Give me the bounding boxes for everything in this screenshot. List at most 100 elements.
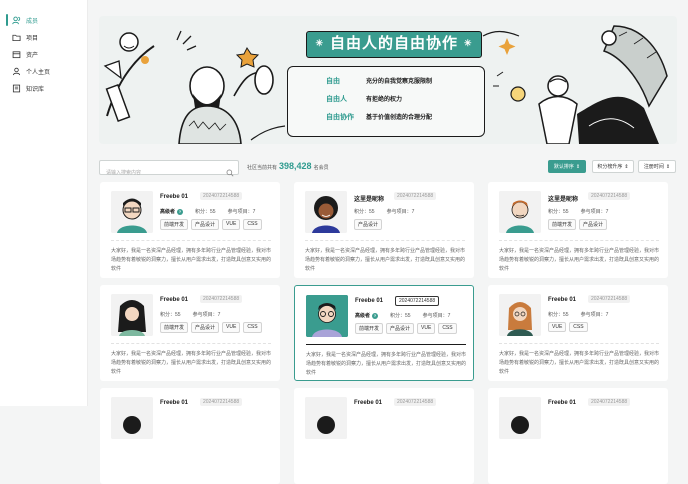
count-suffix: 名会员 <box>313 165 329 171</box>
sidebar-item-label: 知识库 <box>26 86 45 93</box>
projects-stat: 参与项目：7 <box>581 208 609 215</box>
projects-stat: 参与项目：7 <box>193 311 221 318</box>
sidebar-item-profile[interactable]: 个人主页 <box>12 64 50 78</box>
search-input[interactable] <box>100 166 220 180</box>
definition-term: 自由 <box>326 78 340 85</box>
sort-points-button[interactable]: 积分榜升序 ⇕ <box>592 160 634 173</box>
member-name[interactable]: Freebe 01 <box>548 400 576 406</box>
member-name[interactable]: Freebe 01 <box>548 297 576 303</box>
member-bio: 大家好，我是一名资深产品经理，拥有多年跨行业产品管理经验，我对市场趋势有着敏锐的… <box>305 240 465 274</box>
member-name[interactable]: 这里是昵称 <box>354 194 384 203</box>
member-name[interactable]: Freebe 01 <box>355 298 383 304</box>
role-label: 高级者 <box>160 209 176 215</box>
points-label: 积分： <box>548 312 564 318</box>
sidebar-item-assets[interactable]: 资产 <box>12 47 38 61</box>
points-stat: 积分：55 <box>160 311 181 318</box>
sidebar-item-label: 个人主页 <box>26 69 51 76</box>
definition-term: 自由协作 <box>326 114 354 121</box>
definition-row: 自由人 有拒绝的权力 <box>326 94 402 104</box>
help-icon[interactable]: ? <box>177 208 184 215</box>
member-card[interactable]: Freebe 01 2024072214588 <box>294 388 474 484</box>
member-bio: 大家好，我是一名资深产品经理，拥有多年跨行业产品管理经验，我对市场趋势有着敏锐的… <box>499 240 659 274</box>
card-stats: 积分：55 参与项目：7 <box>160 311 220 318</box>
member-bio: 大家好，我是一名资深产品经理，拥有多年跨行业产品管理经验，我对市场趋势有着敏锐的… <box>306 344 466 378</box>
skill-tag: CSS <box>243 219 262 230</box>
member-card[interactable]: Freebe 01 2024072214588 高级者? 积分：55 参与项目：7 … <box>100 182 280 278</box>
member-card[interactable]: Freebe 01 2024072214588 <box>100 388 280 484</box>
skill-tag: 产品设计 <box>386 323 415 334</box>
skill-tag: VUE <box>222 322 241 333</box>
definition-box: 自由 充分的自我觉察克服限制 自由人 有拒绝的权力 自由协作 基于价值创造的合理… <box>287 66 485 137</box>
projects-label: 参与项目： <box>580 312 606 318</box>
skill-tag: VUE <box>548 322 567 332</box>
sidebar-item-label: 项目 <box>26 35 39 42</box>
member-card[interactable]: 这里是昵称 2024072214588 积分：55 参与项目：7 产品设计 大家好… <box>294 182 474 278</box>
member-id: 2024072214588 <box>200 192 243 200</box>
sort-label: 积分榜升序 <box>597 164 623 170</box>
member-name[interactable]: Freebe 01 <box>160 194 188 200</box>
projects-value: 7 <box>252 209 256 215</box>
member-card[interactable]: Freebe 01 2024072214588 <box>488 388 668 484</box>
sidebar-item-members[interactable]: 成员 <box>12 13 38 27</box>
skill-tags: VUE CSS <box>548 322 588 332</box>
sort-default-button[interactable]: 默认排序 ⇕ <box>548 160 586 173</box>
member-card[interactable]: Freebe 01 2024072214588 积分：55 参与项目：7 前端开发… <box>100 285 280 381</box>
sort-arrows-icon: ⇕ <box>575 163 581 170</box>
points-label: 积分： <box>160 312 176 318</box>
member-id: 2024072214588 <box>395 296 440 306</box>
member-bio: 大家好，我是一名资深产品经理，拥有多年跨行业产品管理经验，我对市场趋势有着敏锐的… <box>111 343 271 377</box>
count-value: 398,428 <box>279 161 312 171</box>
sort-arrows-icon: ⇕ <box>624 163 629 170</box>
avatar <box>499 294 541 336</box>
skill-tag: CSS <box>243 322 262 333</box>
projects-value: 7 <box>411 209 415 215</box>
avatar <box>499 191 541 233</box>
member-bio: 大家好，我是一名资深产品经理，拥有多年跨行业产品管理经验，我对市场趋势有着敏锐的… <box>111 240 271 274</box>
member-card[interactable]: Freebe 01 2024072214588 高级者? 积分：55 参与项目：7 … <box>294 285 474 381</box>
banner-title: ✳ 自由人的自由协作 ✳ <box>306 31 482 58</box>
skill-tag: VUE <box>417 323 436 334</box>
sort-label: 注册时间 <box>643 164 664 170</box>
member-id: 2024072214588 <box>588 398 631 406</box>
card-stats: 积分：55 参与项目：7 <box>548 311 608 318</box>
projects-label: 参与项目： <box>386 209 412 215</box>
search-icon[interactable] <box>226 164 234 177</box>
sidebar-item-projects[interactable]: 项目 <box>12 30 38 44</box>
points-stat: 积分：55 <box>354 208 375 215</box>
skill-tag: 前端开发 <box>548 219 577 230</box>
member-name[interactable]: Freebe 01 <box>160 400 188 406</box>
projects-value: 7 <box>447 313 451 319</box>
card-stats: 高级者? 积分：55 参与项目：7 <box>355 312 450 319</box>
skill-tag: VUE <box>222 219 241 230</box>
avatar <box>499 397 541 439</box>
skill-tag: 产品设计 <box>191 219 220 230</box>
member-id: 2024072214588 <box>394 192 437 200</box>
projects-label: 参与项目： <box>422 313 448 319</box>
card-stats: 积分：55 参与项目：7 <box>354 208 414 215</box>
member-id: 2024072214588 <box>588 192 631 200</box>
points-value: 55 <box>210 209 216 215</box>
member-name[interactable]: Freebe 01 <box>160 297 188 303</box>
points-stat: 积分：55 <box>548 311 569 318</box>
sparkle-icon: ✳ <box>315 38 324 48</box>
member-bio: 大家好，我是一名资深产品经理，拥有多年跨行业产品管理经验，我对市场趋势有着敏锐的… <box>499 343 659 377</box>
member-id: 2024072214588 <box>200 398 243 406</box>
avatar <box>111 294 153 336</box>
help-icon[interactable]: ? <box>372 312 379 319</box>
definition-desc: 有拒绝的权力 <box>366 97 403 103</box>
people-icon <box>12 16 21 25</box>
skill-tag: CSS <box>438 323 457 334</box>
member-card[interactable]: Freebe 01 2024072214588 积分：55 参与项目：7 VUE C… <box>488 285 668 381</box>
member-name[interactable]: Freebe 01 <box>354 400 382 406</box>
card-stats: 积分：55 参与项目：7 <box>548 208 608 215</box>
member-card[interactable]: 这里是昵称 2024072214588 积分：55 参与项目：7 前端开发 产品设计… <box>488 182 668 278</box>
asset-icon <box>12 50 21 59</box>
sidebar: 成员 项目 资产 个人主页 知识库 <box>0 0 88 406</box>
sort-register-time-button[interactable]: 注册时间 ⇕ <box>638 160 676 173</box>
points-label: 积分： <box>390 313 406 319</box>
skill-tags: 前端开发 产品设计 <box>548 219 608 230</box>
avatar <box>111 191 153 233</box>
member-name[interactable]: 这里是昵称 <box>548 194 578 203</box>
sidebar-item-knowledge[interactable]: 知识库 <box>12 81 44 95</box>
user-icon <box>12 67 21 76</box>
